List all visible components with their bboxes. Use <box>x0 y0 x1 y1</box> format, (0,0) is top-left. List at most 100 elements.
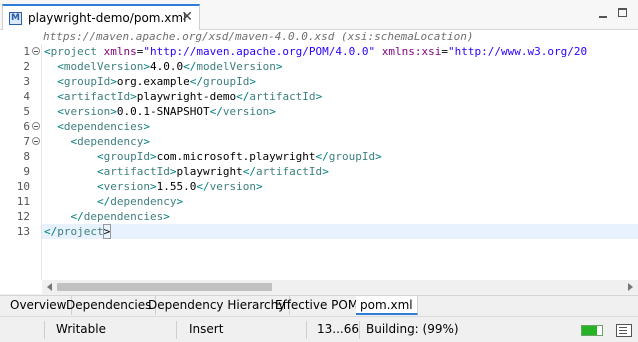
line-number: 6 <box>0 119 41 134</box>
code-token: 1.55.0 <box>156 180 197 193</box>
horizontal-scrollbar[interactable] <box>42 280 638 294</box>
line-number-text: 9 <box>23 165 30 178</box>
code-line[interactable]: <artifactId>playwright-demo</artifactId> <box>42 89 638 104</box>
code-token: artifactId <box>255 165 323 178</box>
code-token: artifactId <box>63 90 131 103</box>
code-line[interactable]: <version>0.0.1-SNAPSHOT</version> <box>42 104 638 119</box>
code-token: > <box>255 180 263 193</box>
line-number: 12 <box>0 209 41 224</box>
code-token: com.microsoft.playwright <box>156 150 316 163</box>
code-token: project <box>57 225 104 238</box>
build-task-status[interactable]: Building: (99%) <box>366 322 459 336</box>
insert-mode-status: Insert <box>189 322 224 336</box>
code-token: dependency <box>77 135 144 148</box>
line-number: 1 <box>0 44 41 59</box>
line-number: 2 <box>0 59 41 74</box>
code-line[interactable]: <artifactId>playwright</artifactId> <box>42 164 638 179</box>
line-number-text: 4 <box>23 90 30 103</box>
scroll-right-arrow-icon[interactable] <box>628 283 633 291</box>
maven-file-icon: M <box>9 11 22 25</box>
code-line[interactable]: <groupId>com.microsoft.playwright</group… <box>42 149 638 164</box>
code-line[interactable]: <dependencies> <box>42 119 638 134</box>
console-icon[interactable] <box>616 324 632 337</box>
schema-location-hint: https://maven.apache.org/xsd/maven-4.0.0… <box>43 30 474 43</box>
code-line[interactable]: <project xmlns="http://maven.apache.org/… <box>42 44 638 59</box>
page-tab-effective-pom[interactable]: Effective POM <box>271 296 364 315</box>
xml-source-editor[interactable]: https://maven.apache.org/xsd/maven-4.0.0… <box>0 30 638 294</box>
code-token: </ <box>189 75 203 88</box>
build-progress-bar[interactable] <box>581 325 603 336</box>
code-token: > <box>143 135 150 148</box>
code-token: > <box>163 210 170 223</box>
fold-toggle-icon[interactable] <box>32 122 40 130</box>
code-token: < <box>96 165 104 178</box>
maximize-icon[interactable] <box>616 6 630 20</box>
code-token: < <box>44 225 51 238</box>
code-token: modelVersion <box>63 60 144 73</box>
scrollbar-thumb[interactable] <box>57 283 272 291</box>
code-token: </ <box>315 150 329 163</box>
code-area[interactable]: <project xmlns="http://maven.apache.org/… <box>42 44 638 280</box>
editor-tab-title: playwright-demo/pom.xml <box>28 11 187 25</box>
code-line[interactable]: </project> <box>42 224 638 239</box>
line-number: 7 <box>0 134 41 149</box>
code-token: < <box>96 180 104 193</box>
code-token: xmlns <box>103 45 137 58</box>
page-tab-dependency-hierarchy[interactable]: Dependency Hierarchy <box>144 296 291 315</box>
code-token: dependency <box>110 195 177 208</box>
minimize-icon[interactable] <box>596 6 610 20</box>
code-line[interactable]: </dependencies> <box>42 209 638 224</box>
code-token: > <box>322 165 329 178</box>
status-separator <box>306 321 307 339</box>
line-number: 4 <box>0 89 41 104</box>
code-token: < <box>57 75 64 88</box>
code-token: dependencies <box>63 120 144 133</box>
code-token: modelVersion <box>196 60 276 73</box>
code-token: playwright-demo <box>136 90 237 103</box>
page-tab-dependencies[interactable]: Dependencies <box>62 296 157 315</box>
code-token: > <box>176 195 184 208</box>
line-number-text: 8 <box>23 150 30 163</box>
fold-toggle-icon[interactable] <box>32 137 40 145</box>
line-number-text: 7 <box>23 135 30 148</box>
code-token: project <box>50 45 97 58</box>
code-token: groupId <box>202 75 250 88</box>
status-separator <box>176 321 177 339</box>
cursor-position: 13...66 <box>317 322 359 336</box>
status-separator <box>44 321 45 339</box>
code-token: </ <box>70 210 84 223</box>
line-number-gutter: 1 2 3 4 5 6 7 8 9 10 11 12 13 <box>0 44 42 280</box>
scroll-left-arrow-icon[interactable] <box>47 283 52 291</box>
code-token: version <box>209 180 256 193</box>
code-token: > <box>143 60 150 73</box>
close-icon[interactable]: ✕ <box>181 9 193 25</box>
code-token: artifactId <box>249 90 316 103</box>
code-token: > <box>143 120 150 133</box>
code-token: > <box>102 224 112 239</box>
line-number-text: 6 <box>23 120 30 133</box>
code-line[interactable]: <groupId>org.example</groupId> <box>42 74 638 89</box>
code-token: < <box>57 105 64 118</box>
line-number-text: 12 <box>16 210 30 223</box>
code-token: version <box>103 180 150 193</box>
line-number: 10 <box>0 179 41 194</box>
code-token: > <box>130 90 137 103</box>
code-token: > <box>275 60 283 73</box>
code-line[interactable]: </dependency> <box>42 194 638 209</box>
code-token: </ <box>209 105 223 118</box>
code-line[interactable]: <modelVersion>4.0.0</modelVersion> <box>42 59 638 74</box>
editor-tab-pom-xml[interactable]: M playwright-demo/pom.xml ✕ <box>2 4 200 30</box>
code-token: > <box>375 150 382 163</box>
code-line[interactable]: <version>1.55.0</version> <box>42 179 638 194</box>
code-token: </ <box>242 165 256 178</box>
code-line[interactable]: <dependency> <box>42 134 638 149</box>
fold-toggle-icon[interactable] <box>32 47 40 55</box>
page-tab-pom-xml[interactable]: pom.xml <box>356 296 418 315</box>
line-number: 3 <box>0 74 41 89</box>
